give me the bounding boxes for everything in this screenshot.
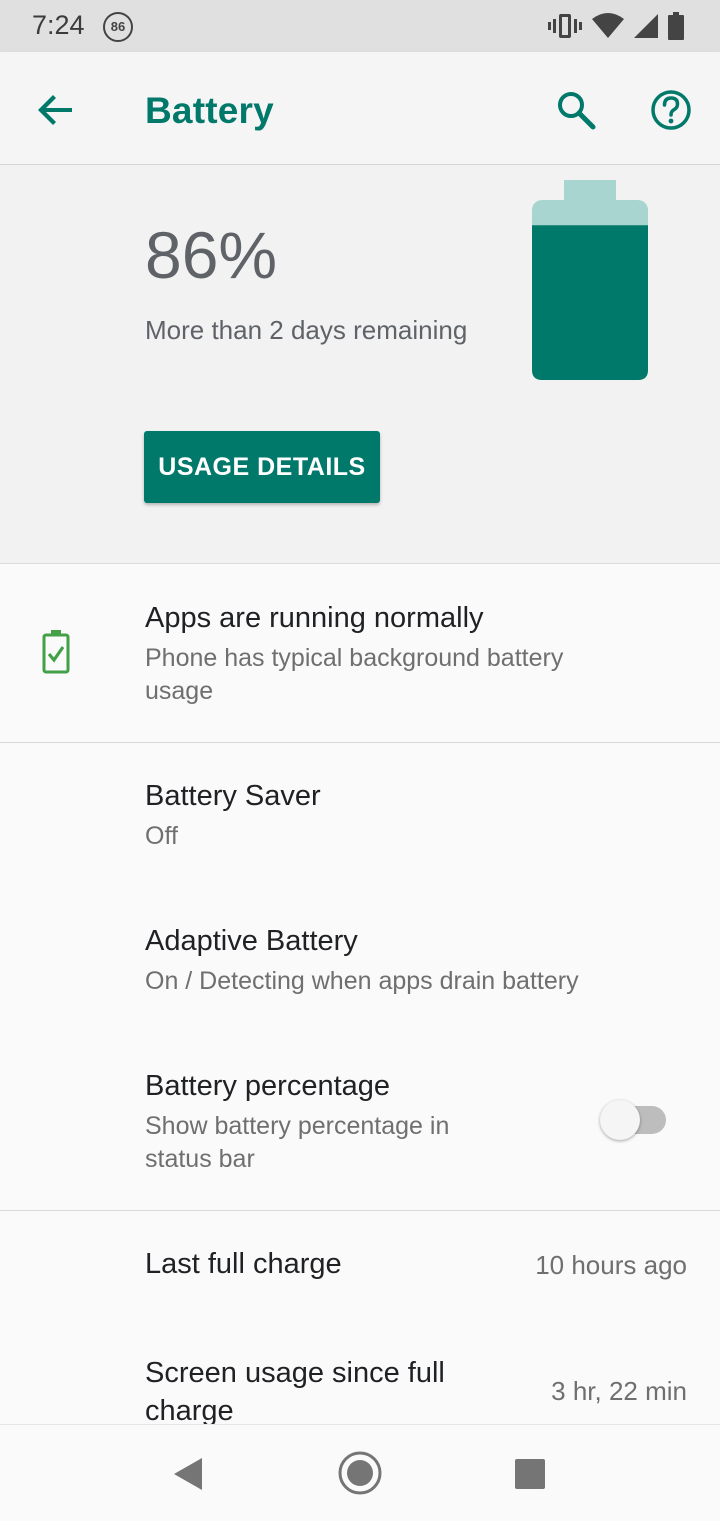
nav-recents-icon[interactable] bbox=[514, 1458, 546, 1490]
status-time: 7:24 bbox=[32, 10, 85, 40]
help-circle-icon bbox=[651, 90, 691, 130]
battery-percentage: 86% bbox=[145, 218, 278, 292]
app-bar: Battery bbox=[0, 52, 720, 165]
battery-percentage-subtitle-line1: Show battery percentage in bbox=[145, 1112, 450, 1140]
battery-saver-status: Off bbox=[145, 822, 178, 850]
battery-header: 86% More than 2 days remaining USAGE DET… bbox=[0, 165, 720, 564]
battery-saver-row[interactable]: Battery Saver Off bbox=[0, 744, 720, 888]
battery-percentage-subtitle: Show battery percentage in status bar bbox=[145, 1110, 449, 1176]
status-icons bbox=[548, 12, 684, 40]
back-button[interactable] bbox=[34, 88, 78, 132]
last-full-charge-row: Last full charge 10 hours ago bbox=[0, 1212, 720, 1320]
adaptive-battery-status: On / Detecting when apps drain battery bbox=[145, 967, 579, 995]
signal-icon bbox=[634, 14, 658, 38]
last-full-charge-label: Last full charge bbox=[145, 1248, 342, 1280]
last-full-charge-value: 10 hours ago bbox=[535, 1250, 687, 1280]
help-button[interactable] bbox=[649, 88, 693, 132]
nav-back-icon[interactable] bbox=[172, 1457, 204, 1491]
arrow-back-icon bbox=[38, 95, 72, 125]
screen-usage-row: Screen usage since full charge 3 hr, 22 … bbox=[0, 1320, 720, 1424]
tip-title: Apps are running normally bbox=[145, 602, 484, 634]
navigation-bar bbox=[0, 1424, 720, 1521]
screen-usage-value: 3 hr, 22 min bbox=[551, 1376, 687, 1406]
notification-badge: 86 bbox=[103, 12, 133, 42]
status-bar: 7:24 86 bbox=[0, 0, 720, 52]
adaptive-battery-row[interactable]: Adaptive Battery On / Detecting when app… bbox=[0, 888, 720, 1034]
battery-remaining: More than 2 days remaining bbox=[145, 315, 468, 345]
nav-home-icon[interactable] bbox=[336, 1449, 384, 1497]
tip-subtitle-line1: Phone has typical background battery bbox=[145, 644, 564, 672]
search-button[interactable] bbox=[554, 88, 598, 132]
divider bbox=[0, 1210, 720, 1211]
divider bbox=[0, 742, 720, 743]
screen-usage-label-line1: Screen usage since full bbox=[145, 1357, 445, 1389]
battery-saver-title: Battery Saver bbox=[145, 780, 321, 812]
usage-details-button[interactable]: USAGE DETAILS bbox=[144, 431, 380, 503]
battery-check-icon bbox=[42, 630, 70, 674]
screen-usage-label: Screen usage since full charge bbox=[145, 1354, 445, 1424]
wifi-icon bbox=[592, 13, 624, 38]
tip-row[interactable]: Apps are running normally Phone has typi… bbox=[0, 566, 720, 742]
vibrate-icon bbox=[548, 14, 582, 38]
battery-level-icon bbox=[532, 180, 648, 380]
adaptive-battery-title: Adaptive Battery bbox=[145, 925, 358, 957]
tip-subtitle: Phone has typical background battery usa… bbox=[145, 642, 563, 708]
screen-usage-label-line2: charge bbox=[145, 1395, 234, 1424]
tip-subtitle-line2: usage bbox=[145, 677, 214, 705]
battery-percentage-subtitle-line2: status bar bbox=[145, 1145, 255, 1173]
search-icon bbox=[558, 92, 596, 130]
toggle-knob[interactable] bbox=[600, 1100, 640, 1140]
battery-percentage-title: Battery percentage bbox=[145, 1070, 391, 1102]
page-title: Battery bbox=[145, 90, 274, 131]
battery-icon bbox=[668, 12, 684, 40]
